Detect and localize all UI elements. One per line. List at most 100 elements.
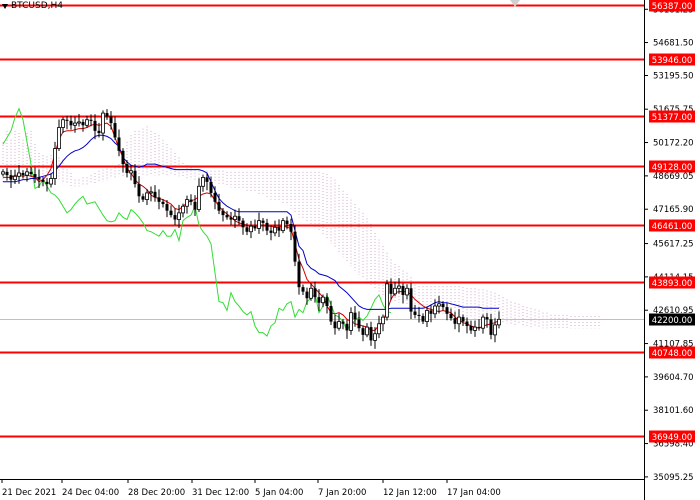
candle-body-bear <box>325 297 329 307</box>
candle-body-bear <box>317 297 321 303</box>
candle-body-bear <box>261 220 265 223</box>
candle-body-bear <box>161 201 165 205</box>
candle-body-bull <box>257 220 261 229</box>
candle-body-bull <box>405 287 409 296</box>
candle-body-bull <box>381 316 385 325</box>
candle-body-bull <box>129 170 133 174</box>
candle-body-bear <box>69 120 73 126</box>
candle-body-bull <box>177 212 181 220</box>
candle-body-bear <box>453 318 457 324</box>
candle-body-bear <box>413 311 417 315</box>
chart-window[interactable]: 56181.2554681.5053195.5051675.7550172.20… <box>0 0 700 500</box>
candle-body-bear <box>29 171 33 175</box>
candle-body-bull <box>149 191 153 194</box>
candle-body-bear <box>221 210 225 216</box>
candle-body-bear <box>117 137 121 151</box>
candle-body-bear <box>269 230 273 233</box>
candle-body-bear <box>213 192 217 202</box>
candle-body-bear <box>329 306 333 322</box>
candle-body-bear <box>241 220 245 228</box>
candle-body-bear <box>229 217 233 220</box>
candle-body-bear <box>189 199 193 202</box>
candle-body-bear <box>141 196 145 200</box>
candle-body-bear <box>289 223 293 232</box>
candle-body-bear <box>5 171 9 176</box>
price-tick-label: 48669.05 <box>653 172 694 182</box>
price-tick-label: 54681.50 <box>653 39 694 49</box>
candle-body-bear <box>341 321 345 324</box>
candle-body-bear <box>465 321 469 326</box>
candle-body-bull <box>17 172 21 177</box>
candle-body-bull <box>437 303 441 307</box>
candle-body-bear <box>333 321 337 329</box>
candle-body-bull <box>385 283 389 318</box>
candle-body-bear <box>245 227 249 232</box>
candle-body-bull <box>337 321 341 329</box>
candle-body-bull <box>493 324 497 336</box>
candle-body-bear <box>417 314 421 317</box>
candle-body-bear <box>89 119 93 121</box>
candle-body-bear <box>253 226 257 229</box>
level-label: 49128.00 <box>652 163 693 173</box>
dropdown-triangle-icon[interactable] <box>2 3 8 9</box>
candle-body-bear <box>81 121 85 126</box>
price-tick-label: 53195.50 <box>653 71 694 81</box>
candle-body-bull <box>49 178 53 185</box>
candle-body-bull <box>101 112 105 134</box>
time-label: 17 Jan 04:00 <box>447 488 501 498</box>
level-label: 56387.00 <box>652 2 693 12</box>
candle-body-bull <box>309 287 313 299</box>
candle-body-bear <box>209 181 213 193</box>
candle-body-bear <box>361 328 365 335</box>
candle-body-bull <box>321 296 325 304</box>
candle-body-bull <box>61 119 65 128</box>
candle-body-bull <box>25 171 29 176</box>
candle-body-bull <box>73 122 77 126</box>
candle-body-bear <box>449 313 453 319</box>
level-label: 51377.00 <box>652 113 693 123</box>
candle-body-bull <box>481 316 485 329</box>
price-tick-label: 39604.70 <box>653 373 694 383</box>
time-label: 12 Jan 12:00 <box>383 488 437 498</box>
candle-body-bear <box>297 261 301 288</box>
candle-body-bear <box>441 303 445 308</box>
candle-body-bear <box>477 327 481 329</box>
candle-body-bear <box>225 215 229 218</box>
candle-body-bear <box>157 197 161 202</box>
candle-body-bull <box>85 119 89 126</box>
candle-body-bear <box>93 120 97 131</box>
candle-body-bear <box>409 288 413 312</box>
candle-body-bull <box>397 285 401 289</box>
candle-body-bear <box>153 191 157 198</box>
level-label: 40748.00 <box>652 349 693 359</box>
candle-body-bear <box>301 287 305 292</box>
candle-body-bear <box>357 319 361 329</box>
candle-body-bull <box>281 220 285 232</box>
candle-body-bear <box>65 119 69 121</box>
symbol-header[interactable]: BTCUSD,H4 <box>2 1 63 11</box>
candle-body-bull <box>365 326 369 336</box>
price-chart[interactable]: 56181.2554681.5053195.5051675.7550172.20… <box>0 0 700 500</box>
candle-body-bear <box>353 312 357 320</box>
candle-body-bear <box>105 113 109 117</box>
candle-body-bull <box>181 205 185 214</box>
price-tick-label: 47165.90 <box>653 205 694 215</box>
price-tick-label: 38101.60 <box>653 406 694 416</box>
price-tick-label: 50172.20 <box>653 139 694 149</box>
candle-body-bear <box>21 172 25 176</box>
time-label: 24 Dec 04:00 <box>62 488 119 498</box>
candle-body-bull <box>457 316 461 325</box>
candle-body-bear <box>41 179 45 182</box>
candle-body-bear <box>45 181 49 185</box>
candle-body-bull <box>53 148 57 179</box>
time-label: 7 Jan 20:00 <box>318 488 366 498</box>
candle-body-bull <box>13 175 17 181</box>
candle-body-bull <box>57 127 61 149</box>
time-label: 21 Dec 2021 <box>2 488 56 498</box>
time-label: 5 Jan 04:00 <box>255 488 303 498</box>
candle-body-bull <box>77 121 81 124</box>
time-label: 31 Dec 12:00 <box>192 488 249 498</box>
candle-body-bear <box>345 323 349 331</box>
price-tick-label: 35095.25 <box>653 473 694 483</box>
time-label: 28 Dec 20:00 <box>128 488 185 498</box>
